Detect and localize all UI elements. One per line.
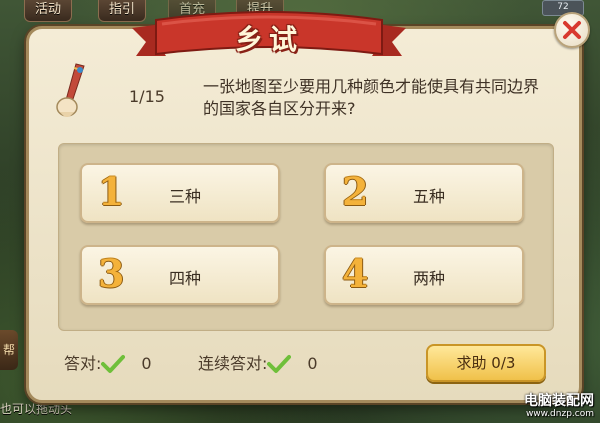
option-number: 1 [98,169,125,214]
question-text: 一张地图至少要用几种颜色才能使具有共同边界的国家各自区分开来? [203,77,540,118]
option-label: 五种 [412,187,445,206]
watermark-name: 电脑装配网 [524,393,594,409]
option-label: 三种 [168,187,201,206]
option-label: 四种 [168,269,201,288]
answer-option-4[interactable]: 4 两种 [324,245,524,305]
question-counter: 1/15 [129,87,165,106]
option-number: 3 [98,251,125,296]
correct-value: 0 [141,353,152,373]
check-icon [101,354,126,373]
close-icon [563,21,581,39]
option-number: 4 [342,251,369,296]
check-icon [267,354,292,373]
dialog-title: 乡试 [234,23,303,56]
top-tab-activity[interactable]: 活动 [24,0,73,22]
side-tab-help[interactable]: 帮 [0,330,18,370]
watermark-url: www.dnzp.com [525,409,594,419]
answer-option-1[interactable]: 1 三种 [80,163,280,223]
title-ribbon: 乡试 [132,10,406,68]
streak-value: 0 [307,353,318,373]
streak-label: 连续答对: [198,353,268,373]
watermark: 电脑装配网 www.dnzp.com [502,393,594,419]
correct-label: 答对: [64,353,102,373]
help-button[interactable]: 求助 0/3 [426,344,546,382]
brush-icon [50,62,94,122]
option-label: 两种 [412,269,445,288]
option-number: 2 [342,169,369,214]
answer-option-2[interactable]: 2 五种 [324,163,524,223]
correct-count: 答对: 0 [64,352,152,374]
answer-option-3[interactable]: 3 四种 [80,245,280,305]
streak-count: 连续答对: 0 [198,352,318,374]
close-button[interactable] [554,12,590,48]
